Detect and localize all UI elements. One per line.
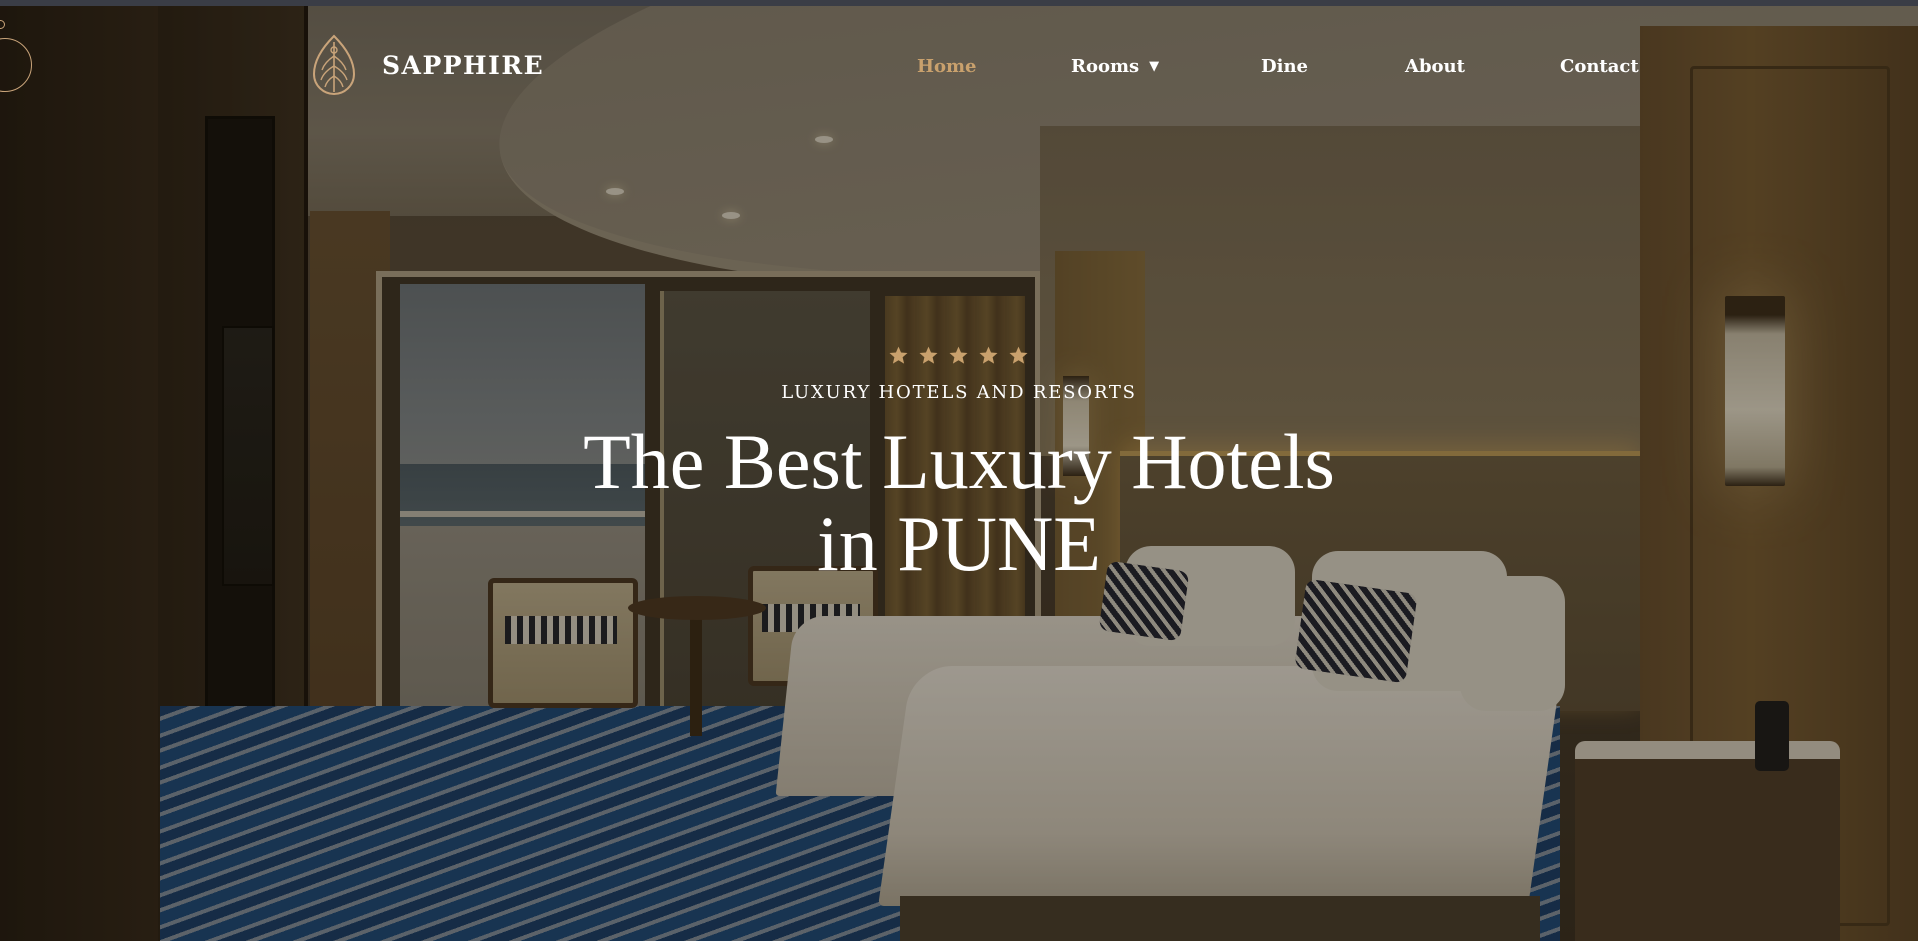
hero-title-line-2: in PUNE bbox=[817, 500, 1101, 587]
star-icon bbox=[918, 346, 938, 364]
nav-dine-link[interactable]: Dine bbox=[1261, 56, 1308, 77]
star-icon bbox=[978, 346, 998, 364]
hero-eyebrow: LUXURY HOTELS AND RESORTS bbox=[781, 382, 1137, 403]
hero-section: LUXURY HOTELS AND RESORTS The Best Luxur… bbox=[0, 345, 1918, 585]
star-rating bbox=[0, 345, 1918, 366]
hero-title-line-1: The Best Luxury Hotels bbox=[583, 418, 1335, 505]
hotel-landing-page: SAPPHIRE Home Rooms ▼ Dine About Contact … bbox=[0, 0, 1918, 941]
hero-title: The Best Luxury Hotels in PUNE bbox=[509, 421, 1409, 585]
nav-home-link[interactable]: Home bbox=[917, 56, 977, 77]
caret-down-icon: ▼ bbox=[1149, 59, 1160, 74]
nav-rooms-link[interactable]: Rooms ▼ bbox=[1071, 56, 1159, 77]
main-navigation: Home Rooms ▼ Dine About Contact bbox=[0, 56, 1918, 86]
star-icon bbox=[948, 346, 968, 364]
nav-contact-link[interactable]: Contact bbox=[1560, 56, 1639, 77]
star-icon bbox=[1008, 346, 1028, 364]
nav-rooms-label: Rooms bbox=[1071, 56, 1140, 77]
nav-about-link[interactable]: About bbox=[1405, 56, 1465, 77]
browser-top-strip bbox=[0, 0, 1918, 6]
star-icon bbox=[888, 346, 908, 364]
